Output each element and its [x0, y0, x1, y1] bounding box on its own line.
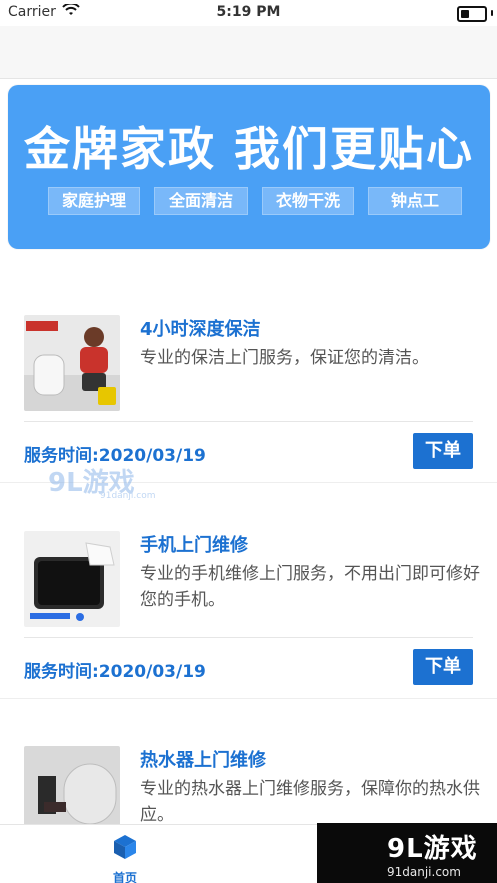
section-separator: [0, 698, 497, 699]
watermark-corner-site: 91danji.com: [387, 864, 461, 879]
tab-home[interactable]: 首页: [100, 833, 150, 883]
service-card-body[interactable]: 手机上门维修 专业的手机维修上门服务，不用出门即可修好您的手机。: [24, 531, 480, 635]
app-screen: Carrier 5:19 PM 金牌家政 我们更贴心 家庭护理 全面清洁 衣物干…: [0, 0, 497, 883]
banner-title: 金牌家政 我们更贴心: [23, 122, 474, 176]
watermark-corner: 9L游戏 91danji.com: [317, 823, 497, 883]
service-time: 服务时间:2020/03/19: [24, 446, 206, 466]
status-time: 5:19 PM: [216, 4, 281, 20]
service-thumbnail: [24, 531, 120, 627]
service-description: 专业的保洁上门服务，保证您的清洁。: [140, 348, 429, 368]
banner-tags: 家庭护理 全面清洁 衣物干洗 钟点工: [48, 187, 462, 215]
watermark-site: 91danji.com: [100, 491, 155, 501]
service-card[interactable]: 手机上门维修 专业的手机维修上门服务，不用出门即可修好您的手机。 服务时间:20…: [0, 531, 497, 701]
watermark-corner-brand: 9L游戏: [387, 833, 478, 864]
banner-tag-cleaning: 全面清洁: [154, 187, 248, 215]
order-button[interactable]: 下单: [413, 433, 473, 469]
navigation-bar: [0, 26, 497, 79]
service-card-body[interactable]: 4小时深度保洁 专业的保洁上门服务，保证您的清洁。: [24, 315, 473, 419]
banner-tag-home-care: 家庭护理: [48, 187, 140, 215]
card-divider: [24, 421, 473, 422]
banner-tag-dry-cleaning: 衣物干洗: [262, 187, 354, 215]
service-card[interactable]: 4小时深度保洁 专业的保洁上门服务，保证您的清洁。 服务时间:2020/03/1…: [0, 315, 497, 485]
service-time: 服务时间:2020/03/19: [24, 662, 206, 682]
order-button[interactable]: 下单: [413, 649, 473, 685]
battery-tip: [491, 10, 493, 16]
service-description: 专业的手机维修上门服务，不用出门即可修好您的手机。: [140, 564, 480, 610]
battery-icon: [457, 6, 487, 22]
watermark-center: 9L游戏 91danji.com: [48, 465, 158, 505]
card-divider: [24, 637, 473, 638]
service-thumbnail: [24, 315, 120, 411]
status-bar: Carrier 5:19 PM: [0, 0, 497, 26]
promo-banner[interactable]: 金牌家政 我们更贴心 家庭护理 全面清洁 衣物干洗 钟点工: [8, 85, 490, 249]
service-title: 4小时深度保洁: [140, 319, 261, 340]
service-title: 手机上门维修: [140, 535, 248, 556]
service-title: 热水器上门维修: [140, 750, 266, 771]
tab-home-label: 首页: [112, 871, 137, 883]
banner-tag-hourly-worker: 钟点工: [368, 187, 462, 215]
service-description: 专业的热水器上门维修服务，保障你的热水供应。: [140, 779, 480, 825]
home-cube-icon: [111, 835, 139, 865]
